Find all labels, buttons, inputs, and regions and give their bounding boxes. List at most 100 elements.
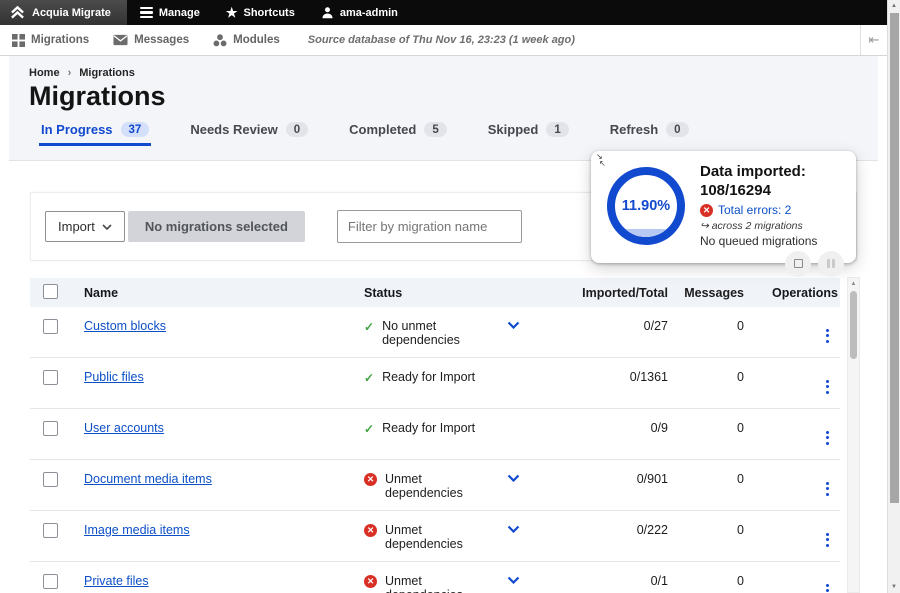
collapse-popup-icon[interactable]: ↘ ↖ xyxy=(596,153,606,167)
tab-completed[interactable]: Completed 5 xyxy=(347,122,449,146)
migration-name-link[interactable]: Private files xyxy=(84,574,149,588)
kebab-menu-icon[interactable] xyxy=(822,583,833,593)
messages-label: Messages xyxy=(134,34,189,46)
kebab-menu-icon[interactable] xyxy=(822,532,833,548)
stop-button[interactable] xyxy=(785,251,811,277)
collapse-toolbar-icon: ⇤ xyxy=(869,32,880,48)
app-window: Acquia Migrate Manage ★ Shortcuts ama-ad… xyxy=(0,0,887,593)
scroll-up-icon[interactable]: ▲ xyxy=(848,278,859,287)
breadcrumb-separator: › xyxy=(68,67,72,79)
toolbar-item-modules[interactable]: Modules xyxy=(201,34,292,47)
row-checkbox[interactable] xyxy=(43,319,58,334)
progress-percent: 11.90% xyxy=(615,175,677,237)
row-checkbox[interactable] xyxy=(43,574,58,589)
user-menu-item[interactable]: ama-admin xyxy=(308,0,411,25)
table-row: Custom blocks ✓ No unmet dependencies 0/… xyxy=(30,307,840,358)
status-icon: ✕ xyxy=(364,524,377,537)
messages-count: 0 xyxy=(668,523,744,561)
envelope-icon xyxy=(113,34,128,46)
pause-button[interactable] xyxy=(818,251,844,277)
header-status: Status xyxy=(364,286,546,300)
breadcrumb-home-link[interactable]: Home xyxy=(29,67,60,79)
tab-count-badge: 0 xyxy=(666,122,688,137)
tab-label: In Progress xyxy=(41,122,113,137)
migration-name-link[interactable]: Custom blocks xyxy=(84,319,166,333)
admin-toolbar: Acquia Migrate Manage ★ Shortcuts ama-ad… xyxy=(0,0,887,25)
imported-total-value: 0/1 xyxy=(546,574,668,593)
tab-refresh[interactable]: Refresh0 xyxy=(608,122,691,146)
tabs: In Progress37 Needs Review0 Completed 5 Skip… xyxy=(29,122,858,146)
header-imported-total: Imported/Total xyxy=(546,286,668,300)
total-errors-row: ✕ Total errors: 2 xyxy=(700,203,844,217)
row-checkbox[interactable] xyxy=(43,370,58,385)
migration-name-link[interactable]: User accounts xyxy=(84,421,164,435)
scroll-down-icon[interactable]: ▼ xyxy=(888,584,900,590)
table-header-row: Name Status Imported/Total Messages Oper… xyxy=(30,278,840,307)
modules-icon xyxy=(213,34,227,47)
tab-skipped[interactable]: Skipped1 xyxy=(486,122,571,146)
migration-name-link[interactable]: Public files xyxy=(84,370,144,384)
status-icon: ✕ xyxy=(364,473,377,486)
shortcuts-menu-item[interactable]: ★ Shortcuts xyxy=(213,0,308,25)
header-name: Name xyxy=(74,286,364,300)
tab-label: Completed xyxy=(349,122,416,137)
modules-label: Modules xyxy=(233,34,280,46)
collapse-toolbar-button[interactable]: ⇤ xyxy=(860,25,887,55)
row-checkbox[interactable] xyxy=(43,421,58,436)
toolbar-item-messages[interactable]: Messages xyxy=(101,34,201,46)
brand-home-link[interactable]: Acquia Migrate xyxy=(0,0,127,25)
imported-total-value: 0/222 xyxy=(546,523,668,561)
chevron-down-icon[interactable] xyxy=(507,321,520,329)
messages-count: 0 xyxy=(668,319,744,357)
total-errors-link[interactable]: Total errors: 2 xyxy=(718,203,791,217)
table-row: Private files ✕ Unmet dependencies 0/1 0 xyxy=(30,562,840,593)
tab-label: Skipped xyxy=(488,122,539,137)
migrations-label: Migrations xyxy=(31,34,89,46)
table-body: Custom blocks ✓ No unmet dependencies 0/… xyxy=(30,307,840,593)
chevron-down-icon[interactable] xyxy=(507,576,520,584)
user-icon xyxy=(321,6,334,19)
progress-details: Data imported: 108/16294 ✕ Total errors:… xyxy=(700,161,844,255)
status-icon: ✕ xyxy=(364,575,377,588)
import-dropdown-button[interactable]: Import xyxy=(45,211,125,242)
row-checkbox[interactable] xyxy=(43,472,58,487)
toolbar-item-migrations[interactable]: Migrations xyxy=(0,34,101,47)
migration-filter-input[interactable] xyxy=(337,210,522,243)
selection-status-button[interactable]: No migrations selected xyxy=(128,211,305,242)
kebab-menu-icon[interactable] xyxy=(822,379,833,395)
brand-label: Acquia Migrate xyxy=(32,7,111,19)
table-scrollbar-thumb[interactable] xyxy=(850,291,857,359)
status-text: Unmet dependencies xyxy=(385,574,499,593)
tab-needs-review[interactable]: Needs Review0 xyxy=(188,122,310,146)
status-text: Unmet dependencies xyxy=(385,523,499,551)
migration-name-link[interactable]: Document media items xyxy=(84,472,212,486)
table-row: User accounts ✓ Ready for Import 0/9 0 xyxy=(30,409,840,460)
select-all-checkbox[interactable] xyxy=(43,284,58,299)
header-messages: Messages xyxy=(668,286,744,300)
status-text: Ready for Import xyxy=(382,370,475,384)
chevron-down-icon[interactable] xyxy=(507,474,520,482)
kebab-menu-icon[interactable] xyxy=(822,328,833,344)
messages-count: 0 xyxy=(668,574,744,593)
row-checkbox[interactable] xyxy=(43,523,58,538)
status-icon: ✓ xyxy=(364,371,374,385)
tab-in-progress[interactable]: In Progress37 xyxy=(39,122,151,146)
chevron-down-icon xyxy=(102,224,112,230)
stop-icon xyxy=(794,259,803,268)
manage-menu-item[interactable]: Manage xyxy=(127,0,213,25)
chevron-down-icon[interactable] xyxy=(507,525,520,533)
shortcuts-label: Shortcuts xyxy=(243,7,294,19)
table-scrollbar[interactable]: ▲ xyxy=(847,277,860,593)
kebab-menu-icon[interactable] xyxy=(822,430,833,446)
pause-icon xyxy=(827,259,835,268)
page-scrollbar[interactable]: ▲ ▼ xyxy=(887,0,900,593)
tab-count-badge: 5 xyxy=(424,122,446,137)
status-text: Ready for Import xyxy=(382,421,475,435)
kebab-menu-icon[interactable] xyxy=(822,481,833,497)
migration-name-link[interactable]: Image media items xyxy=(84,523,190,537)
migration-controls xyxy=(700,251,844,277)
scroll-up-icon[interactable]: ▲ xyxy=(888,3,900,9)
queue-status: No queued migrations xyxy=(700,234,844,248)
page-scrollbar-thumb[interactable] xyxy=(890,13,899,503)
table-row: Document media items ✕ Unmet dependencie… xyxy=(30,460,840,511)
